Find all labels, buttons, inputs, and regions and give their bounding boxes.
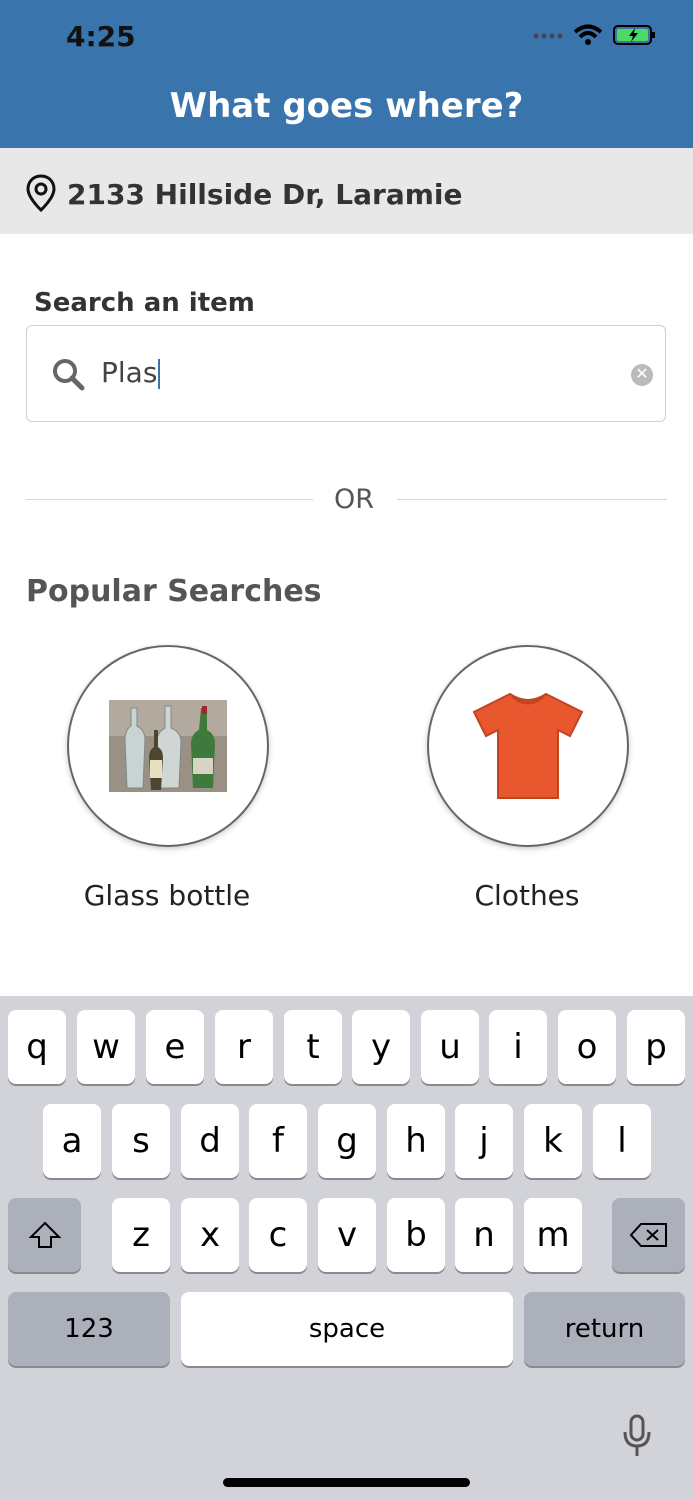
key-p[interactable]: p xyxy=(627,1010,685,1084)
key-e[interactable]: e xyxy=(146,1010,204,1084)
or-divider: OR xyxy=(334,484,375,515)
return-key[interactable]: return xyxy=(524,1292,685,1366)
cellular-signal-icon xyxy=(533,33,563,39)
orange-tshirt-photo-icon xyxy=(472,692,584,799)
popular-searches-title: Popular Searches xyxy=(26,574,322,609)
key-n[interactable]: n xyxy=(455,1198,513,1272)
key-u[interactable]: u xyxy=(421,1010,479,1084)
search-value: Plas xyxy=(101,356,161,389)
key-j[interactable]: j xyxy=(455,1104,513,1178)
location-pin-icon xyxy=(26,174,56,212)
search-icon xyxy=(53,359,85,391)
page-title: What goes where? xyxy=(169,86,524,126)
battery-charging-icon xyxy=(613,25,655,45)
key-w[interactable]: w xyxy=(77,1010,135,1084)
text-cursor xyxy=(158,359,161,389)
key-f[interactable]: f xyxy=(249,1104,307,1178)
key-v[interactable]: v xyxy=(318,1198,376,1272)
glass-bottles-photo-icon xyxy=(109,700,227,792)
key-s[interactable]: s xyxy=(112,1104,170,1178)
key-t[interactable]: t xyxy=(284,1010,342,1084)
key-q[interactable]: q xyxy=(8,1010,66,1084)
popular-item-glass-bottle[interactable]: Glass bottle xyxy=(67,645,269,912)
shift-key[interactable] xyxy=(8,1198,81,1272)
key-y[interactable]: y xyxy=(352,1010,410,1084)
key-c[interactable]: c xyxy=(249,1198,307,1272)
microphone-icon[interactable] xyxy=(622,1414,652,1458)
clear-icon[interactable]: ✕ xyxy=(631,364,653,386)
search-input[interactable]: Plas ✕ xyxy=(26,325,666,422)
key-k[interactable]: k xyxy=(524,1104,582,1178)
on-screen-keyboard: q w e r t y u i o p a s d f g h j k l z … xyxy=(0,996,693,1500)
key-g[interactable]: g xyxy=(318,1104,376,1178)
key-d[interactable]: d xyxy=(181,1104,239,1178)
key-b[interactable]: b xyxy=(387,1198,445,1272)
wifi-icon xyxy=(573,24,603,45)
delete-key[interactable] xyxy=(612,1198,685,1272)
search-label: Search an item xyxy=(34,288,255,318)
key-h[interactable]: h xyxy=(387,1104,445,1178)
clothes-circle[interactable] xyxy=(427,645,629,847)
home-indicator[interactable] xyxy=(223,1478,470,1487)
divider-line-right xyxy=(397,499,667,500)
key-o[interactable]: o xyxy=(558,1010,616,1084)
popular-item-clothes[interactable]: Clothes xyxy=(427,645,629,912)
location-address[interactable]: 2133 Hillside Dr, Laramie xyxy=(67,178,462,211)
key-l[interactable]: l xyxy=(593,1104,651,1178)
glass-bottle-circle[interactable] xyxy=(67,645,269,847)
status-indicators xyxy=(533,24,657,46)
key-i[interactable]: i xyxy=(489,1010,547,1084)
shift-icon xyxy=(28,1221,61,1248)
numbers-key[interactable]: 123 xyxy=(8,1292,170,1366)
key-m[interactable]: m xyxy=(524,1198,582,1272)
app-header: 4:25 What goes where? xyxy=(0,0,693,148)
status-time: 4:25 xyxy=(66,20,136,53)
divider-line-left xyxy=(26,499,313,500)
key-a[interactable]: a xyxy=(43,1104,101,1178)
popular-item-label[interactable]: Clothes xyxy=(387,879,667,912)
popular-item-label[interactable]: Glass bottle xyxy=(27,879,307,912)
key-x[interactable]: x xyxy=(181,1198,239,1272)
key-z[interactable]: z xyxy=(112,1198,170,1272)
space-key[interactable]: space xyxy=(181,1292,513,1366)
key-r[interactable]: r xyxy=(215,1010,273,1084)
backspace-icon xyxy=(629,1223,667,1247)
